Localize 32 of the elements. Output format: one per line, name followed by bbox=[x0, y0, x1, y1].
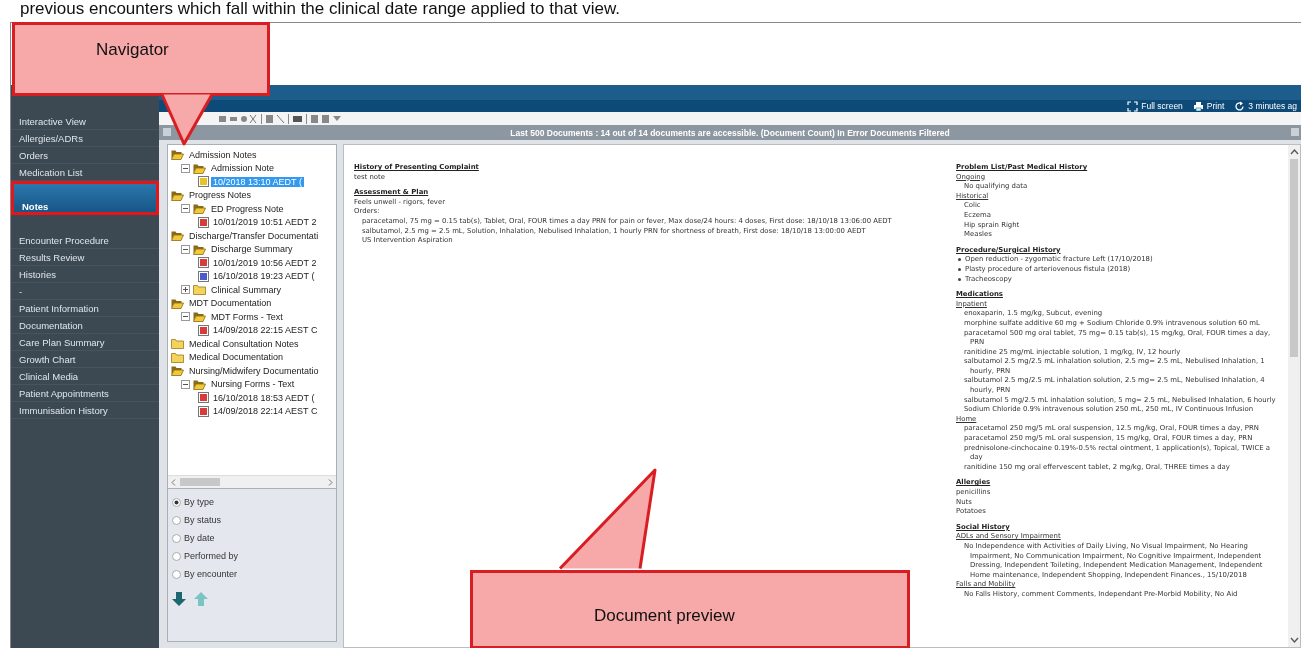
tree-document[interactable]: 16/10/2018 18:53 AEDT ( bbox=[211, 392, 317, 403]
tree-folder[interactable]: Nursing/Midwifery Documentatio bbox=[187, 365, 321, 376]
callout-text: Navigator bbox=[96, 40, 169, 60]
tree-folder[interactable]: Admission Note bbox=[209, 163, 277, 174]
body-text: previous encounters which fall within the clinical date range applied to that view. bbox=[20, 0, 621, 18]
tree-folder[interactable]: MDT Documentation bbox=[187, 298, 274, 309]
tree-document[interactable]: 14/09/2018 22:14 AEST C bbox=[211, 406, 320, 417]
header-link[interactable]: Print bbox=[1192, 100, 1225, 112]
tree-folder[interactable]: Medical Documentation bbox=[187, 352, 286, 363]
sidebar-item[interactable]: Notes bbox=[11, 181, 159, 215]
tree-document[interactable]: 10/01/2019 10:51 AEDT 2 bbox=[211, 217, 319, 228]
document-count-bar-title: Last 500 Documents : 14 out of 14 documents are accessible. (Document Count) In Error Documents Filtered bbox=[510, 127, 950, 138]
callout-text: Document preview bbox=[594, 606, 735, 626]
tree-document[interactable]: 14/09/2018 22:15 AEST C bbox=[211, 325, 320, 336]
tree-folder[interactable]: Medical Consultation Notes bbox=[187, 338, 301, 349]
tree-document[interactable]: 16/10/2018 19:23 AEDT ( bbox=[211, 271, 317, 282]
tree-folder[interactable]: Nursing Forms - Text bbox=[209, 379, 297, 390]
tree-document[interactable]: 10/01/2019 10:56 AEDT 2 bbox=[211, 257, 319, 268]
radio-label[interactable]: By encounter bbox=[184, 569, 238, 579]
tree-folder[interactable]: Progress Notes bbox=[187, 190, 254, 201]
tree-folder[interactable]: MDT Forms - Text bbox=[209, 311, 285, 322]
tree-folder[interactable]: Clinical Summary bbox=[209, 284, 283, 295]
radio-label[interactable]: By date bbox=[184, 533, 215, 543]
radio-label[interactable]: By status bbox=[184, 515, 221, 525]
header-link[interactable]: Full screen bbox=[1127, 100, 1183, 112]
radio-label[interactable]: Performed by bbox=[184, 551, 239, 561]
tree-folder[interactable]: Discharge Summary bbox=[209, 244, 295, 255]
radio-label[interactable]: By type bbox=[184, 497, 214, 507]
tree-folder[interactable]: Discharge/Transfer Documentati bbox=[187, 230, 321, 241]
tree-folder[interactable]: ED Progress Note bbox=[209, 203, 286, 214]
tree-folder[interactable]: Admission Notes bbox=[187, 149, 259, 160]
header-link[interactable]: 3 minutes ag bbox=[1234, 100, 1297, 112]
